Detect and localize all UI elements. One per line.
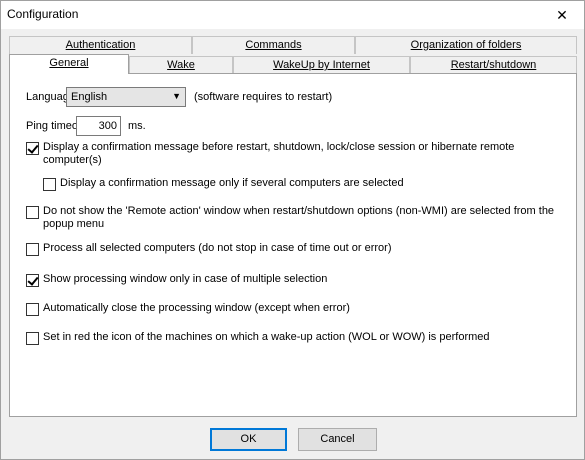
checkbox-confirm-several[interactable] [43, 178, 56, 191]
option-label: Display a confirmation message before re… [43, 141, 515, 166]
tab-commands[interactable]: Commands [192, 36, 355, 54]
tab-organization-of-folders[interactable]: Organization of folders [355, 36, 577, 54]
checkbox-auto-close[interactable] [26, 303, 39, 316]
ok-button[interactable]: OK [210, 428, 287, 451]
option-label: Automatically close the processing windo… [43, 302, 350, 314]
tab-wake[interactable]: Wake [129, 56, 233, 74]
title-bar: Configuration ✕ [1, 1, 584, 29]
tab-wakeup-by-internet[interactable]: WakeUp by Internet [233, 56, 410, 74]
tab-restart-shutdown[interactable]: Restart/shutdown [410, 56, 577, 74]
window-title: Configuration [7, 7, 79, 21]
option-label: Process all selected computers (do not s… [43, 242, 392, 254]
config-window: Configuration ✕ Authentication Commands … [0, 0, 585, 460]
option-confirm-restart[interactable]: Display a confirmation message before re… [26, 141, 563, 167]
option-label: Do not show the 'Remote action' window w… [43, 205, 555, 230]
option-label: Display a confirmation message only if s… [60, 177, 404, 189]
ping-unit-label: ms. [128, 120, 146, 132]
tab-authentication[interactable]: Authentication [9, 36, 192, 54]
close-icon: ✕ [556, 6, 568, 23]
checkbox-process-all[interactable] [26, 243, 39, 256]
option-hide-remote-action[interactable]: Do not show the 'Remote action' window w… [26, 205, 563, 231]
tab-strip: Authentication Commands Organization of … [9, 34, 577, 74]
language-value: English [71, 91, 108, 103]
option-red-icon[interactable]: Set in red the icon of the machines on w… [26, 331, 563, 345]
checkbox-confirm-restart[interactable] [26, 142, 39, 155]
option-label: Set in red the icon of the machines on w… [43, 331, 490, 343]
chevron-down-icon: ▼ [172, 91, 181, 101]
option-confirm-several[interactable]: Display a confirmation message only if s… [43, 177, 560, 191]
cancel-button[interactable]: Cancel [298, 428, 377, 451]
option-show-processing[interactable]: Show processing window only in case of m… [26, 273, 563, 287]
option-auto-close[interactable]: Automatically close the processing windo… [26, 302, 563, 316]
language-note: (software requires to restart) [194, 91, 333, 103]
dialog-footer: OK Cancel [1, 419, 584, 459]
checkbox-show-processing[interactable] [26, 274, 39, 287]
checkbox-hide-remote-action[interactable] [26, 206, 39, 219]
general-panel: Language English ▼ (software requires to… [9, 73, 577, 417]
option-process-all[interactable]: Process all selected computers (do not s… [26, 242, 563, 256]
ping-timeout-input[interactable]: 300 [76, 116, 121, 136]
close-button[interactable]: ✕ [540, 1, 584, 29]
option-label: Show processing window only in case of m… [43, 273, 328, 285]
tab-general[interactable]: General [9, 54, 129, 74]
checkbox-red-icon[interactable] [26, 332, 39, 345]
language-select[interactable]: English ▼ [66, 87, 186, 107]
